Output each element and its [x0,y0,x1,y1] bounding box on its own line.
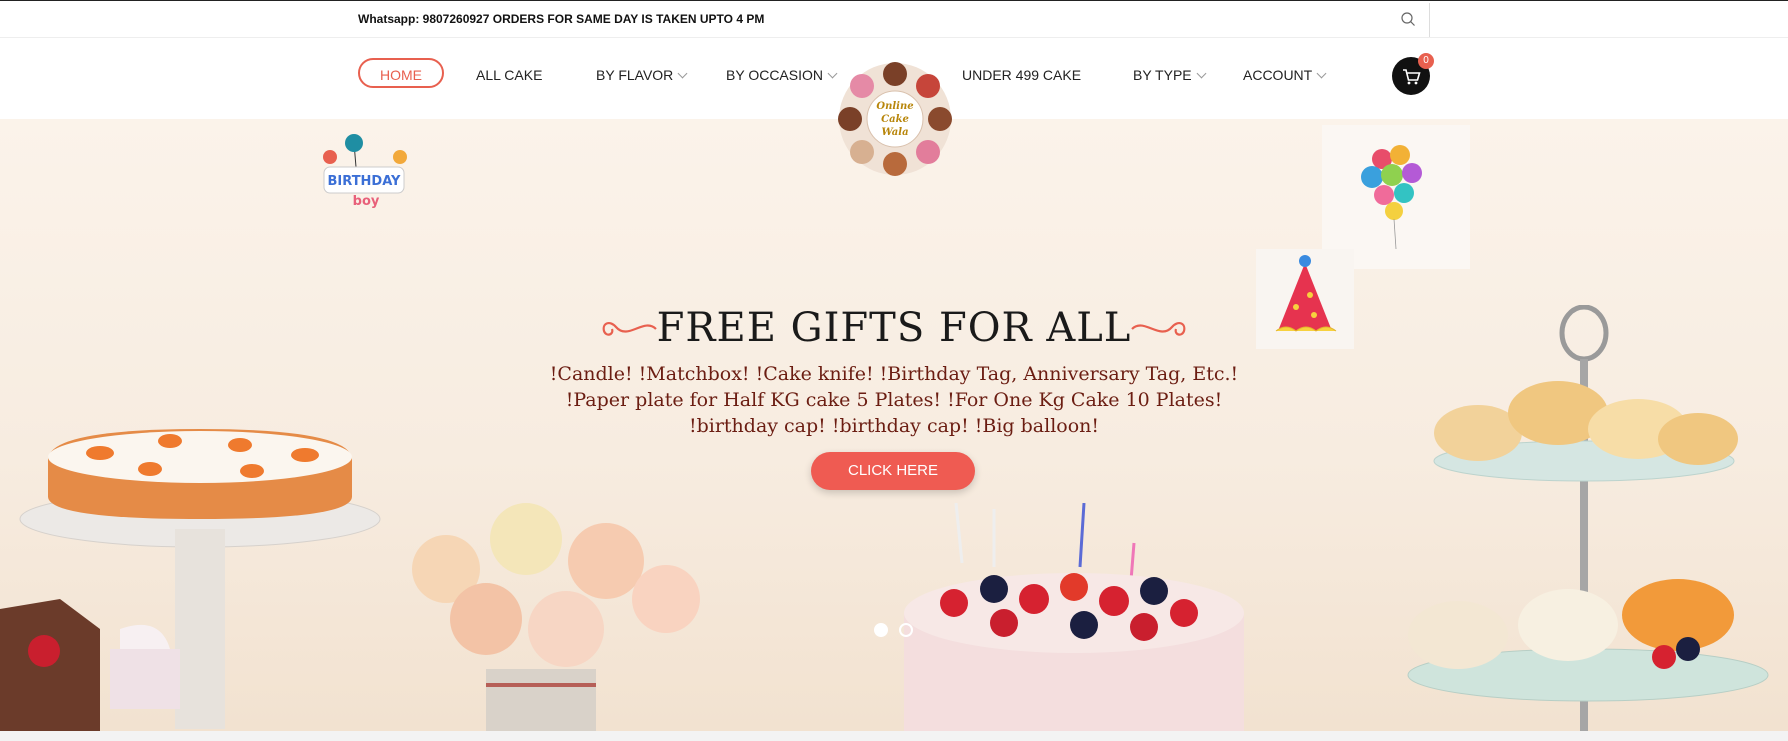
svg-text:Online: Online [876,101,913,112]
chevron-down-icon [677,68,688,79]
nav-by-type[interactable]: BY TYPE [1133,67,1207,83]
roses-image [412,503,700,731]
cart-count-badge: 0 [1418,53,1434,69]
nav-by-flavor[interactable]: BY FLAVOR [596,67,688,83]
nav-by-occasion[interactable]: BY OCCASION [726,67,838,83]
chevron-down-icon [1196,68,1207,79]
flourish-right-icon [1131,321,1186,336]
hero-banner: BIRTHDAY boy FREE GIFTS FOR ALL !Candle!… [0,119,1788,731]
whatsapp-notice: Whatsapp: 9807260927 ORDERS FOR SAME DAY… [358,12,765,26]
slide-dot-2[interactable] [899,623,913,637]
birthday-boy-sticker: BIRTHDAY boy [323,134,407,209]
tiered-stand-image [1407,305,1769,731]
click-here-button[interactable]: CLICK HERE [811,452,975,490]
slide-dot-1[interactable] [874,623,888,637]
svg-text:Cake: Cake [881,114,909,125]
balloons-image [1322,125,1470,269]
top-bar: Whatsapp: 9807260927 ORDERS FOR SAME DAY… [0,0,1788,38]
chevron-down-icon [1316,68,1327,79]
nav-all-cake[interactable]: ALL CAKE [476,67,542,83]
carrot-cake-image [0,429,381,731]
nav-account[interactable]: ACCOUNT [1243,67,1327,83]
page-footer-strip [0,731,1788,741]
nav-under-499[interactable]: UNDER 499 CAKE [962,67,1081,83]
divider [1429,3,1430,37]
nav-home[interactable]: HOME [358,58,444,88]
svg-text:Wala: Wala [881,127,908,138]
site-logo[interactable]: Online Cake Wala [836,60,954,178]
berry-cake-image [904,503,1244,731]
search-icon[interactable] [1400,11,1416,27]
svg-text:boy: boy [353,194,380,209]
svg-text:BIRTHDAY: BIRTHDAY [328,174,402,189]
